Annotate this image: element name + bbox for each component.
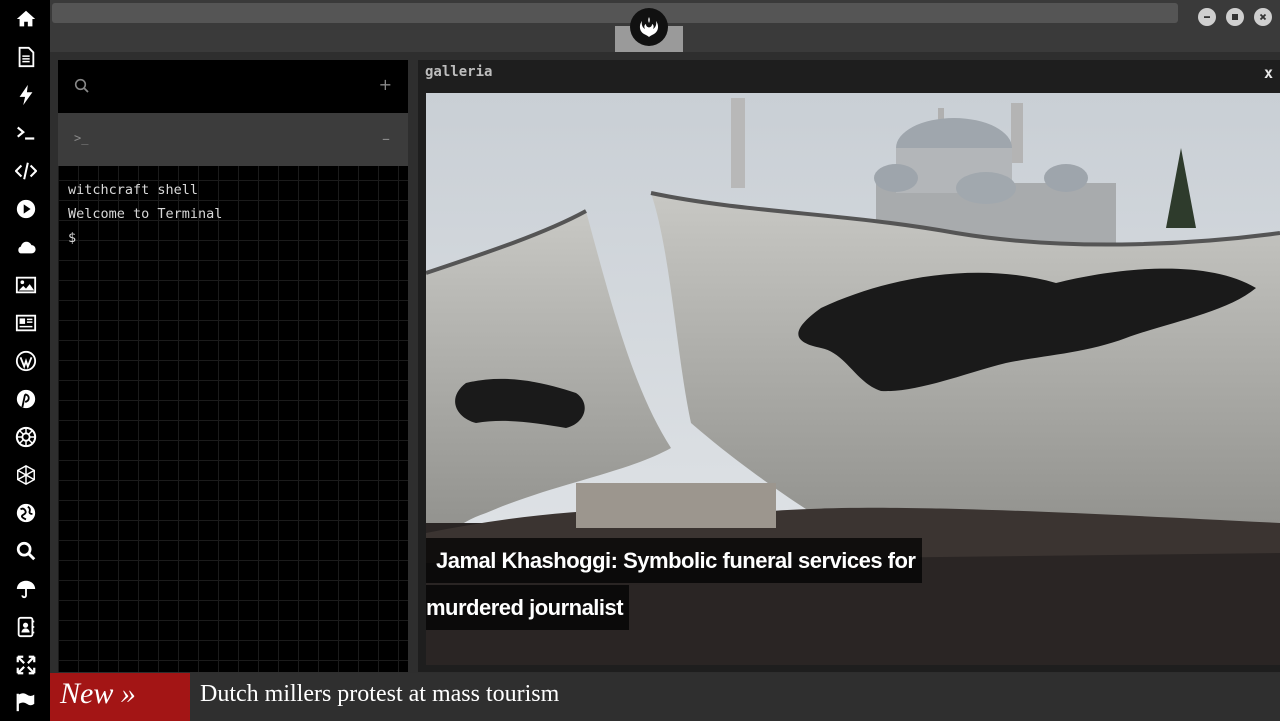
flag-icon[interactable]: [10, 686, 42, 718]
pinterest-icon[interactable]: [10, 383, 42, 415]
galleria-panel: galleria x Jamal Khashoggi: Symbolic fun…: [418, 60, 1280, 672]
address-bar[interactable]: [52, 3, 1178, 23]
gallery-photo[interactable]: Jamal Khashoggi: Symbolic funeral servic…: [426, 93, 1280, 665]
wordpress-icon[interactable]: [10, 345, 42, 377]
close-window-button[interactable]: [1254, 8, 1272, 26]
world-icon[interactable]: [10, 497, 42, 529]
prompt-icon: >_: [74, 131, 89, 145]
maximize-button[interactable]: [1226, 8, 1244, 26]
app-sidebar: [0, 0, 50, 721]
empire-icon[interactable]: [10, 421, 42, 453]
cloud-icon[interactable]: [10, 231, 42, 263]
expand-icon[interactable]: [10, 649, 42, 681]
image-icon[interactable]: [10, 269, 42, 301]
caption-line: murdered journalist: [426, 585, 630, 630]
top-bar: [50, 0, 1280, 52]
terminal-prompt[interactable]: $: [68, 226, 222, 250]
terminal-line: witchcraft shell: [68, 182, 199, 198]
search-icon[interactable]: [74, 78, 90, 94]
ticker-new-label: New »: [50, 673, 190, 721]
minimize-button[interactable]: [1198, 8, 1216, 26]
contacts-icon[interactable]: [10, 611, 42, 643]
terminal-tab[interactable]: >_ –: [58, 113, 408, 166]
galleria-close-button[interactable]: x: [1264, 64, 1273, 82]
bolt-icon[interactable]: [10, 79, 42, 111]
home-icon[interactable]: [10, 3, 42, 35]
terminal-output[interactable]: witchcraft shell Welcome to Terminal $: [68, 178, 222, 250]
photo-caption[interactable]: Jamal Khashoggi: Symbolic funeral servic…: [426, 538, 966, 630]
news-ticker: New » Dutch millers protest at mass tour…: [50, 673, 1280, 721]
new-terminal-button[interactable]: +: [379, 75, 392, 94]
terminal-icon[interactable]: [10, 117, 42, 149]
ticker-headline[interactable]: Dutch millers protest at mass tourism: [200, 681, 559, 708]
terminal-panel: + >_ – witchcraft shell Welcome to Termi…: [58, 60, 408, 672]
play-icon[interactable]: [10, 193, 42, 225]
terminal-line: Welcome to Terminal: [68, 206, 223, 222]
document-icon[interactable]: [10, 41, 42, 73]
code-icon[interactable]: [10, 155, 42, 187]
umbrella-icon[interactable]: [10, 573, 42, 605]
news-icon[interactable]: [10, 307, 42, 339]
caption-line: Jamal Khashoggi: Symbolic funeral servic…: [426, 538, 922, 583]
search-icon[interactable]: [10, 535, 42, 567]
terminal-search-bar[interactable]: +: [58, 60, 408, 113]
rebel-alliance-logo-icon[interactable]: [630, 8, 668, 46]
galleria-title: galleria: [425, 64, 493, 80]
close-terminal-tab-button[interactable]: –: [382, 129, 390, 148]
globe-wireframe-icon[interactable]: [10, 459, 42, 491]
